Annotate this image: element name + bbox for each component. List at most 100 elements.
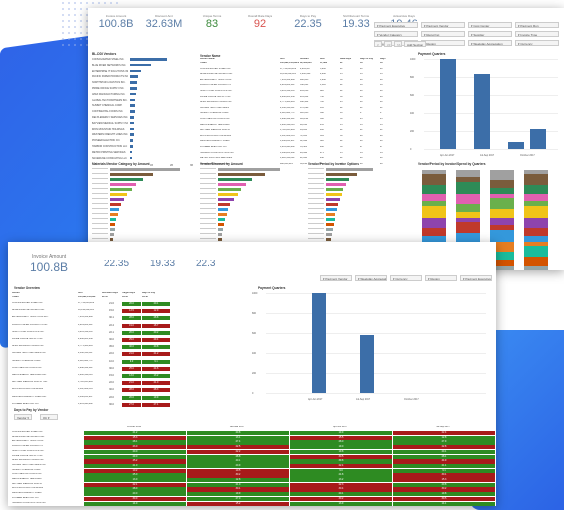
quarter-bar[interactable] xyxy=(474,74,490,149)
category-bar[interactable] xyxy=(218,173,265,176)
stack-segment[interactable] xyxy=(456,233,480,242)
table-header[interactable]: Vendor Name xyxy=(200,58,258,61)
stack-segment[interactable] xyxy=(524,218,548,228)
stack-segment[interactable] xyxy=(456,204,480,212)
overview-header[interactable]: Amt xyxy=(78,292,98,295)
category-bar[interactable] xyxy=(326,233,333,236)
heatmap-cell[interactable]: 13.9 xyxy=(290,501,392,506)
selector-button[interactable]: ▾ Payment Vendor xyxy=(421,22,465,28)
stack-segment[interactable] xyxy=(422,194,446,201)
heatmap-dropdown[interactable]: Qtr ▾ xyxy=(40,414,58,420)
stack-segment[interactable] xyxy=(524,206,548,218)
vendor-bar[interactable] xyxy=(130,133,134,136)
table-header[interactable]: Rate Days xyxy=(340,58,359,61)
stack-segment[interactable] xyxy=(490,209,514,218)
category-bar[interactable] xyxy=(110,183,136,186)
stack-segment[interactable] xyxy=(524,228,548,236)
vendor-bar[interactable] xyxy=(130,63,151,67)
category-bar[interactable] xyxy=(326,198,341,201)
front-quarter-bar[interactable] xyxy=(360,335,374,393)
nav-control-button[interactable]: < xyxy=(374,41,382,47)
category-bar[interactable] xyxy=(110,203,121,206)
heatmap-cell[interactable]: 14.0 xyxy=(84,501,186,506)
vendor-bar[interactable] xyxy=(130,87,137,90)
heatmap-cell[interactable]: 15.2 xyxy=(187,501,289,506)
stack-segment[interactable] xyxy=(456,222,480,233)
category-bar[interactable] xyxy=(110,223,116,226)
vendor-bar[interactable] xyxy=(130,150,133,154)
category-bar[interactable] xyxy=(326,238,332,241)
category-bar[interactable] xyxy=(218,208,229,211)
stack-segment[interactable] xyxy=(422,228,446,236)
vendor-bar[interactable] xyxy=(130,58,168,61)
category-bar[interactable] xyxy=(110,238,114,241)
heatmap-cell[interactable]: 14.1 xyxy=(393,501,495,506)
stack-segment[interactable] xyxy=(490,180,514,188)
stack-segment[interactable] xyxy=(490,170,514,180)
vendor-bar[interactable] xyxy=(130,98,136,102)
heatmap-header[interactable]: Oct-Dec 2016 xyxy=(84,426,184,429)
category-bar[interactable] xyxy=(110,208,120,211)
selector-button[interactable]: ▾ Payment Executive xyxy=(374,22,418,28)
selector-button[interactable]: ▾ Region xyxy=(421,40,465,46)
nav-control-button[interactable]: >> xyxy=(394,41,402,47)
category-bar[interactable] xyxy=(218,238,222,241)
vendor-bar[interactable] xyxy=(130,81,138,84)
filter-button[interactable]: ▾ Region xyxy=(425,275,457,281)
category-bar[interactable] xyxy=(218,193,239,196)
category-bar[interactable] xyxy=(218,213,227,216)
filter-button[interactable]: ▾ Payment Executive xyxy=(460,275,492,281)
category-bar[interactable] xyxy=(110,213,118,216)
table-header[interactable]: Days xyxy=(380,58,399,61)
nav-control-button[interactable]: << xyxy=(384,41,392,47)
heatmap-header[interactable]: Jul-Sep 2017 xyxy=(393,426,493,429)
category-bar[interactable] xyxy=(110,198,125,201)
stack-segment[interactable] xyxy=(422,185,446,194)
overview-header[interactable]: Target Days xyxy=(122,292,142,295)
category-bar[interactable] xyxy=(110,228,115,231)
vendor-bar[interactable] xyxy=(130,139,133,142)
stack-segment[interactable] xyxy=(422,218,446,228)
category-bar[interactable] xyxy=(218,218,226,221)
vendor-bar[interactable] xyxy=(130,116,135,119)
category-bar[interactable] xyxy=(326,228,334,231)
selector-button[interactable]: ▾ Currency xyxy=(515,40,559,46)
stack-segment[interactable] xyxy=(490,198,514,209)
category-bar[interactable] xyxy=(110,233,114,236)
category-bar[interactable] xyxy=(326,203,339,206)
vendor-bar[interactable] xyxy=(130,75,139,78)
category-bar[interactable] xyxy=(326,173,358,176)
category-bar[interactable] xyxy=(218,233,222,236)
table-header[interactable]: Disc xyxy=(320,58,339,61)
filter-button[interactable]: ▾ Currency xyxy=(390,275,422,281)
category-bar[interactable] xyxy=(326,193,342,196)
selector-button[interactable]: ▾ Recurring xyxy=(421,31,465,37)
selector-button[interactable]: ▾ Payment Run xyxy=(515,22,559,28)
stack-segment[interactable] xyxy=(490,230,514,242)
category-bar[interactable] xyxy=(218,203,231,206)
category-bar[interactable] xyxy=(110,218,117,221)
stack-segment[interactable] xyxy=(422,206,446,218)
category-bar[interactable] xyxy=(218,228,223,231)
category-bar[interactable] xyxy=(218,198,234,201)
stack-segment[interactable] xyxy=(524,174,548,185)
quarter-bar[interactable] xyxy=(530,129,546,149)
category-bar[interactable] xyxy=(218,183,247,186)
stack-segment[interactable] xyxy=(524,246,548,257)
quarter-bar[interactable] xyxy=(508,141,524,149)
category-bar[interactable] xyxy=(110,168,181,171)
category-bar[interactable] xyxy=(326,208,337,211)
stack-segment[interactable] xyxy=(524,194,548,201)
selector-button[interactable]: ▾ Supplier xyxy=(468,31,512,37)
vendor-bar[interactable] xyxy=(130,121,135,125)
front-quarter-bar[interactable] xyxy=(312,293,326,393)
category-bar[interactable] xyxy=(326,183,346,186)
category-bar[interactable] xyxy=(218,178,253,181)
filter-button[interactable]: ▾ Weekday Aggregation xyxy=(355,275,387,281)
selector-button[interactable]: ▾ Cost Center xyxy=(468,22,512,28)
stack-segment[interactable] xyxy=(524,266,548,270)
category-bar[interactable] xyxy=(218,188,242,191)
stack-segment[interactable] xyxy=(456,170,480,177)
category-bar[interactable] xyxy=(326,213,336,216)
quarter-bar[interactable] xyxy=(440,59,456,149)
